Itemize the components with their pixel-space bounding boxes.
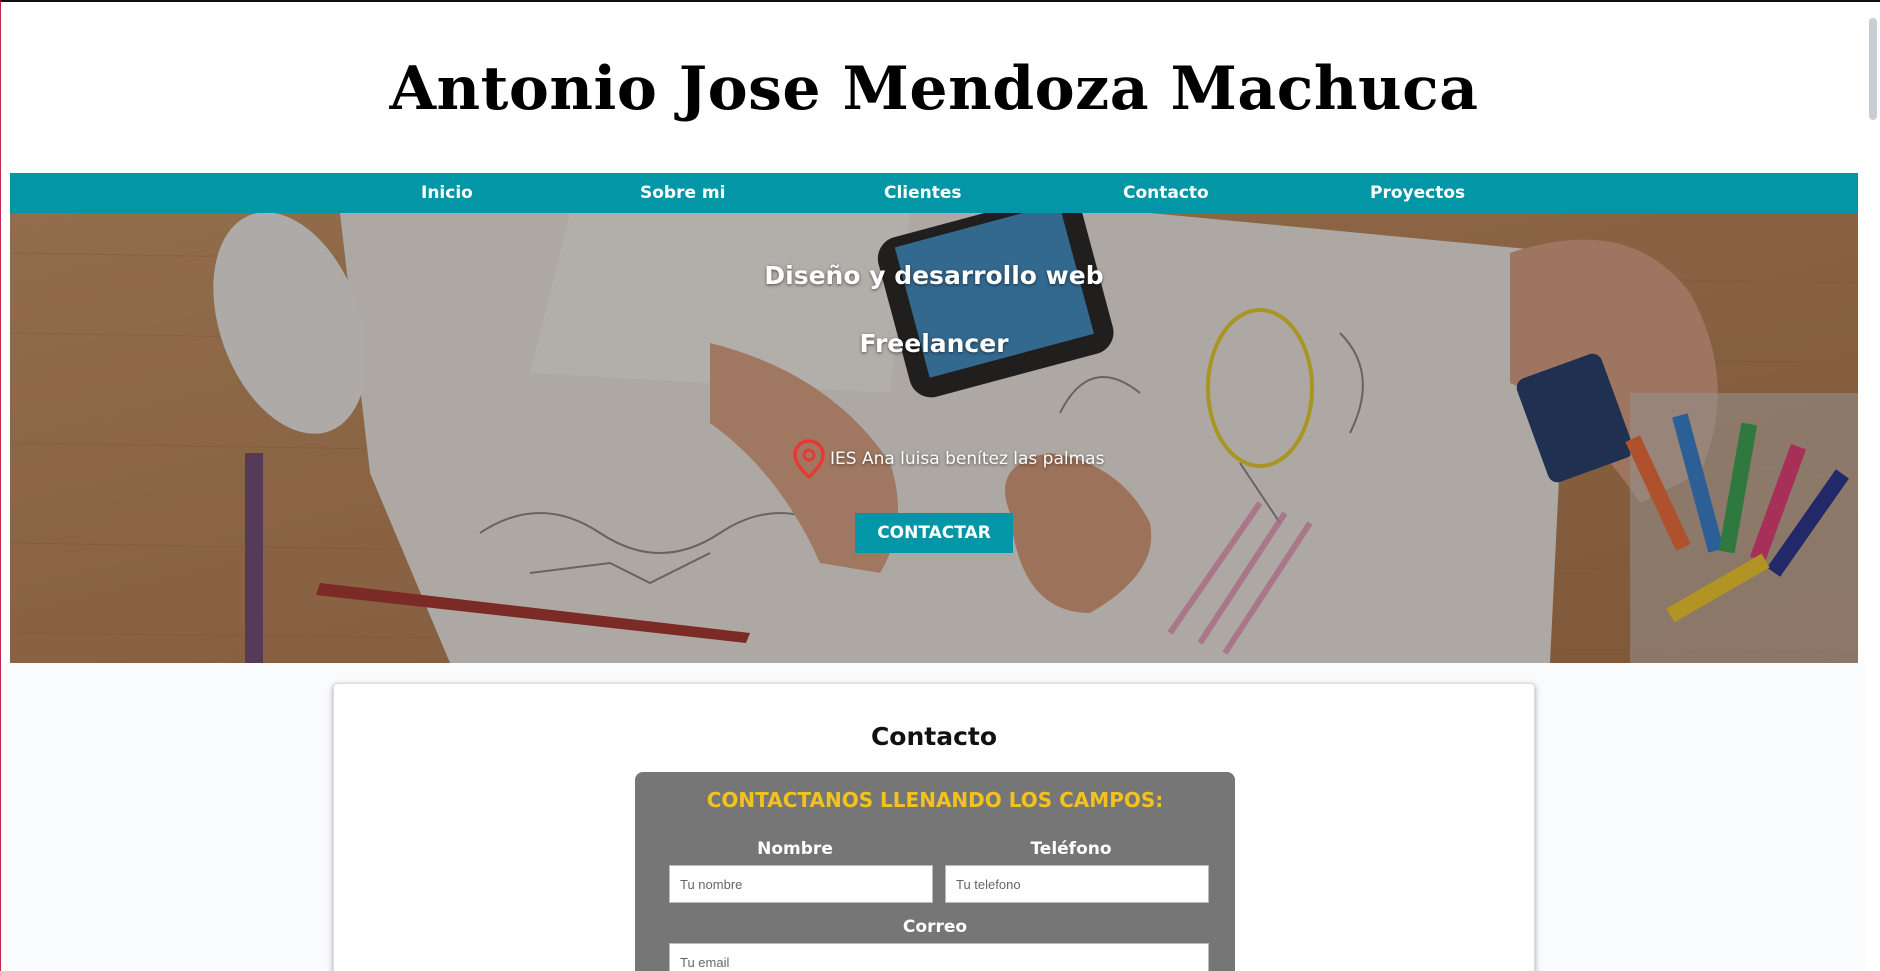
nav-item-sobre-mi[interactable]: Sobre mi: [640, 173, 725, 213]
contact-card: Contacto CONTACTANOS LLENANDO LOS CAMPOS…: [333, 683, 1535, 971]
hero-location-text: IES Ana luisa benítez las palmas: [830, 449, 1104, 469]
nav-item-proyectos[interactable]: Proyectos: [1370, 173, 1465, 213]
email-input[interactable]: [669, 943, 1209, 971]
main-navbar: Inicio Sobre mi Clientes Contacto Proyec…: [10, 173, 1858, 213]
page-scrollbar[interactable]: [1866, 2, 1880, 971]
site-title: Antonio Jose Mendoza Machuca: [1, 54, 1867, 124]
page: Antonio Jose Mendoza Machuca Inicio Sobr…: [0, 0, 1880, 971]
contactar-button[interactable]: CONTACTAR: [855, 513, 1013, 553]
email-label: Correo: [635, 917, 1235, 937]
map-pin-icon: [792, 439, 826, 479]
contact-title: Contacto: [334, 722, 1534, 751]
name-label: Nombre: [663, 839, 927, 859]
nav-item-contacto[interactable]: Contacto: [1123, 173, 1209, 213]
hero-heading-service: Diseño y desarrollo web: [10, 261, 1858, 290]
hero-heading-role: Freelancer: [10, 329, 1858, 358]
form-heading: CONTACTANOS LLENANDO LOS CAMPOS:: [635, 788, 1235, 812]
scrollbar-thumb[interactable]: [1869, 18, 1877, 120]
phone-label: Teléfono: [939, 839, 1203, 859]
hero-location: IES Ana luisa benítez las palmas: [792, 439, 1104, 479]
contact-section: Contacto CONTACTANOS LLENANDO LOS CAMPOS…: [1, 663, 1867, 971]
name-input[interactable]: [669, 865, 933, 903]
nav-item-inicio[interactable]: Inicio: [421, 173, 473, 213]
nav-item-clientes[interactable]: Clientes: [884, 173, 962, 213]
phone-input[interactable]: [945, 865, 1209, 903]
contact-form: CONTACTANOS LLENANDO LOS CAMPOS: Nombre …: [635, 772, 1235, 971]
hero-banner: Diseño y desarrollo web Freelancer IES A…: [10, 213, 1858, 663]
